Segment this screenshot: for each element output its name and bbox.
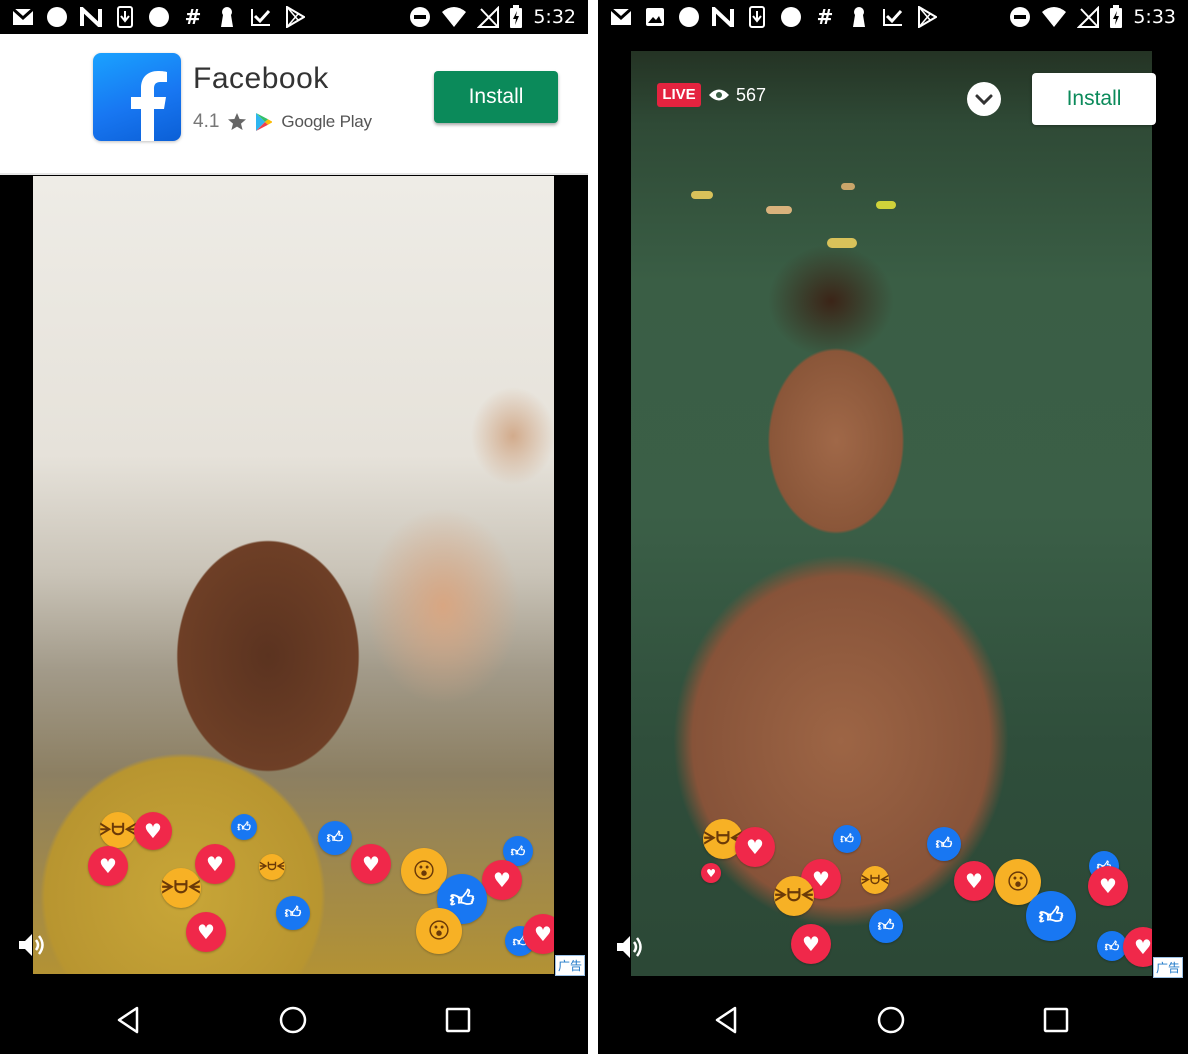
wifi-icon <box>442 7 467 27</box>
tick-icon <box>250 7 272 27</box>
system-icons: 5:33 <box>1009 5 1176 29</box>
live-badge: LIVE <box>657 83 701 107</box>
app-rating-row: 4.1 Google Play <box>193 110 372 134</box>
heart-reaction-icon: ♥ <box>1088 866 1128 906</box>
heart-reaction-icon: ♥ <box>954 861 994 901</box>
battery-icon <box>510 5 523 28</box>
swimmer <box>827 238 857 248</box>
install-button[interactable]: Install <box>434 71 558 123</box>
status-bar: # 5:32 <box>0 0 588 34</box>
phone-screen-left: # 5:32 Facebook 4.1 Google Play Install … <box>0 0 588 1054</box>
keyhole-icon <box>848 7 870 27</box>
do-not-disturb-icon <box>410 7 431 27</box>
swimmer <box>841 183 855 190</box>
like-reaction-icon: 👍︎ <box>231 814 257 840</box>
back-button[interactable] <box>711 1004 743 1036</box>
heart-reaction-icon: ♥ <box>195 844 235 884</box>
star-icon <box>228 113 247 130</box>
like-reaction-icon: 👍︎ <box>927 827 961 861</box>
status-bar: # 5:33 <box>598 0 1188 34</box>
swimmer <box>766 206 792 214</box>
phone-screen-right: # 5:33 ᗒᗨᗕ ♥ 👍︎ 👍︎ ♥ ♥ ᗒᗨᗕ ♥ 😮︎ ♥ ᗒᗨᗕ 👍︎… <box>598 0 1188 1054</box>
circle-icon <box>780 7 802 27</box>
like-reaction-icon: 👍︎ <box>276 896 310 930</box>
system-icons: 5:32 <box>409 5 576 29</box>
eye-icon <box>709 89 729 101</box>
no-signal-icon <box>477 6 500 28</box>
heart-reaction-icon: ♥ <box>351 844 391 884</box>
heart-reaction-icon: ♥ <box>134 812 172 850</box>
swimmer <box>691 191 713 199</box>
heart-reaction-icon: ♥ <box>482 860 522 900</box>
swimmer <box>876 201 896 209</box>
install-button[interactable]: Install <box>1032 73 1156 125</box>
collapse-button[interactable] <box>967 82 1001 116</box>
heart-reaction-icon: ♥ <box>186 912 226 952</box>
haha-reaction-icon: ᗒᗨᗕ <box>259 854 285 880</box>
wifi-icon <box>1042 7 1067 27</box>
heart-reaction-icon: ♥ <box>88 846 128 886</box>
like-reaction-icon: 👍︎ <box>1026 891 1076 941</box>
google-play-icon <box>256 113 273 131</box>
play-store-icon <box>284 6 306 28</box>
heart-reaction-icon: ♥ <box>701 863 721 883</box>
clock: 5:32 <box>533 6 576 28</box>
install-banner: Facebook 4.1 Google Play Install <box>0 34 588 175</box>
ad-label: 广告 <box>1153 957 1184 978</box>
haha-reaction-icon: ᗒᗨᗕ <box>100 812 136 848</box>
ad-label: 广告 <box>555 955 586 976</box>
chevron-down-icon <box>975 94 993 106</box>
rating-value: 4.1 <box>193 111 220 132</box>
hash-icon: # <box>184 5 202 29</box>
heart-reaction-icon: ♥ <box>791 924 831 964</box>
circle-icon <box>678 7 700 27</box>
do-not-disturb-icon <box>1010 7 1031 27</box>
live-video-player[interactable]: ᗒᗨᗕ ♥ 👍︎ 👍︎ 👍︎ ♥ ♥ ᗒᗨᗕ ♥ 😮︎ ♥ ᗒᗨᗕ 👍︎ 👍︎ … <box>631 51 1152 976</box>
tick-icon <box>882 7 904 27</box>
recents-button[interactable] <box>1040 1004 1072 1036</box>
volume-icon[interactable] <box>614 932 644 962</box>
wow-reaction-icon: 😮︎ <box>416 908 462 954</box>
notification-icons: # <box>610 6 938 28</box>
home-button[interactable] <box>277 1004 309 1036</box>
download-icon <box>114 6 136 28</box>
back-button[interactable] <box>113 1004 145 1036</box>
viewer-count-value: 567 <box>736 84 767 105</box>
no-signal-icon <box>1077 6 1100 28</box>
n-icon <box>712 7 734 27</box>
heart-reaction-icon: ♥ <box>735 827 775 867</box>
haha-reaction-icon: ᗒᗨᗕ <box>861 866 889 894</box>
notification-icons: # <box>12 6 306 28</box>
home-button[interactable] <box>875 1004 907 1036</box>
navigation-bar <box>0 984 588 1054</box>
battery-icon <box>1110 5 1123 28</box>
like-reaction-icon: 👍︎ <box>833 825 861 853</box>
play-store-icon <box>916 6 938 28</box>
ad-video-player[interactable]: ᗒᗨᗕ ♥ 👍︎ 👍︎ 👍︎ ♥ ♥ ᗒᗨᗕ ♥ 😮︎ ♥ ᗒᗨᗕ 👍︎ 👍︎ … <box>33 176 554 974</box>
n-icon <box>80 7 102 27</box>
heart-reaction-icon: ♥ <box>1123 927 1152 967</box>
clock: 5:33 <box>1133 6 1176 28</box>
navigation-bar <box>598 984 1188 1054</box>
gmail-icon <box>12 7 34 27</box>
recents-button[interactable] <box>442 1004 474 1036</box>
like-reaction-icon: 👍︎ <box>869 909 903 943</box>
download-icon <box>746 6 768 28</box>
circle-icon <box>148 7 170 27</box>
viewer-count: 567 <box>708 84 766 106</box>
haha-reaction-icon: ᗒᗨᗕ <box>774 876 814 916</box>
image-icon <box>644 7 666 27</box>
volume-icon[interactable] <box>16 930 46 960</box>
circle-icon <box>46 7 68 27</box>
like-reaction-icon: 👍︎ <box>318 821 352 855</box>
hash-icon: # <box>816 5 834 29</box>
gmail-icon <box>610 7 632 27</box>
facebook-logo-icon <box>93 53 181 141</box>
app-name: Facebook <box>193 62 329 95</box>
keyhole-icon <box>216 7 238 27</box>
haha-reaction-icon: ᗒᗨᗕ <box>161 868 201 908</box>
google-play-label: Google Play <box>281 112 372 131</box>
